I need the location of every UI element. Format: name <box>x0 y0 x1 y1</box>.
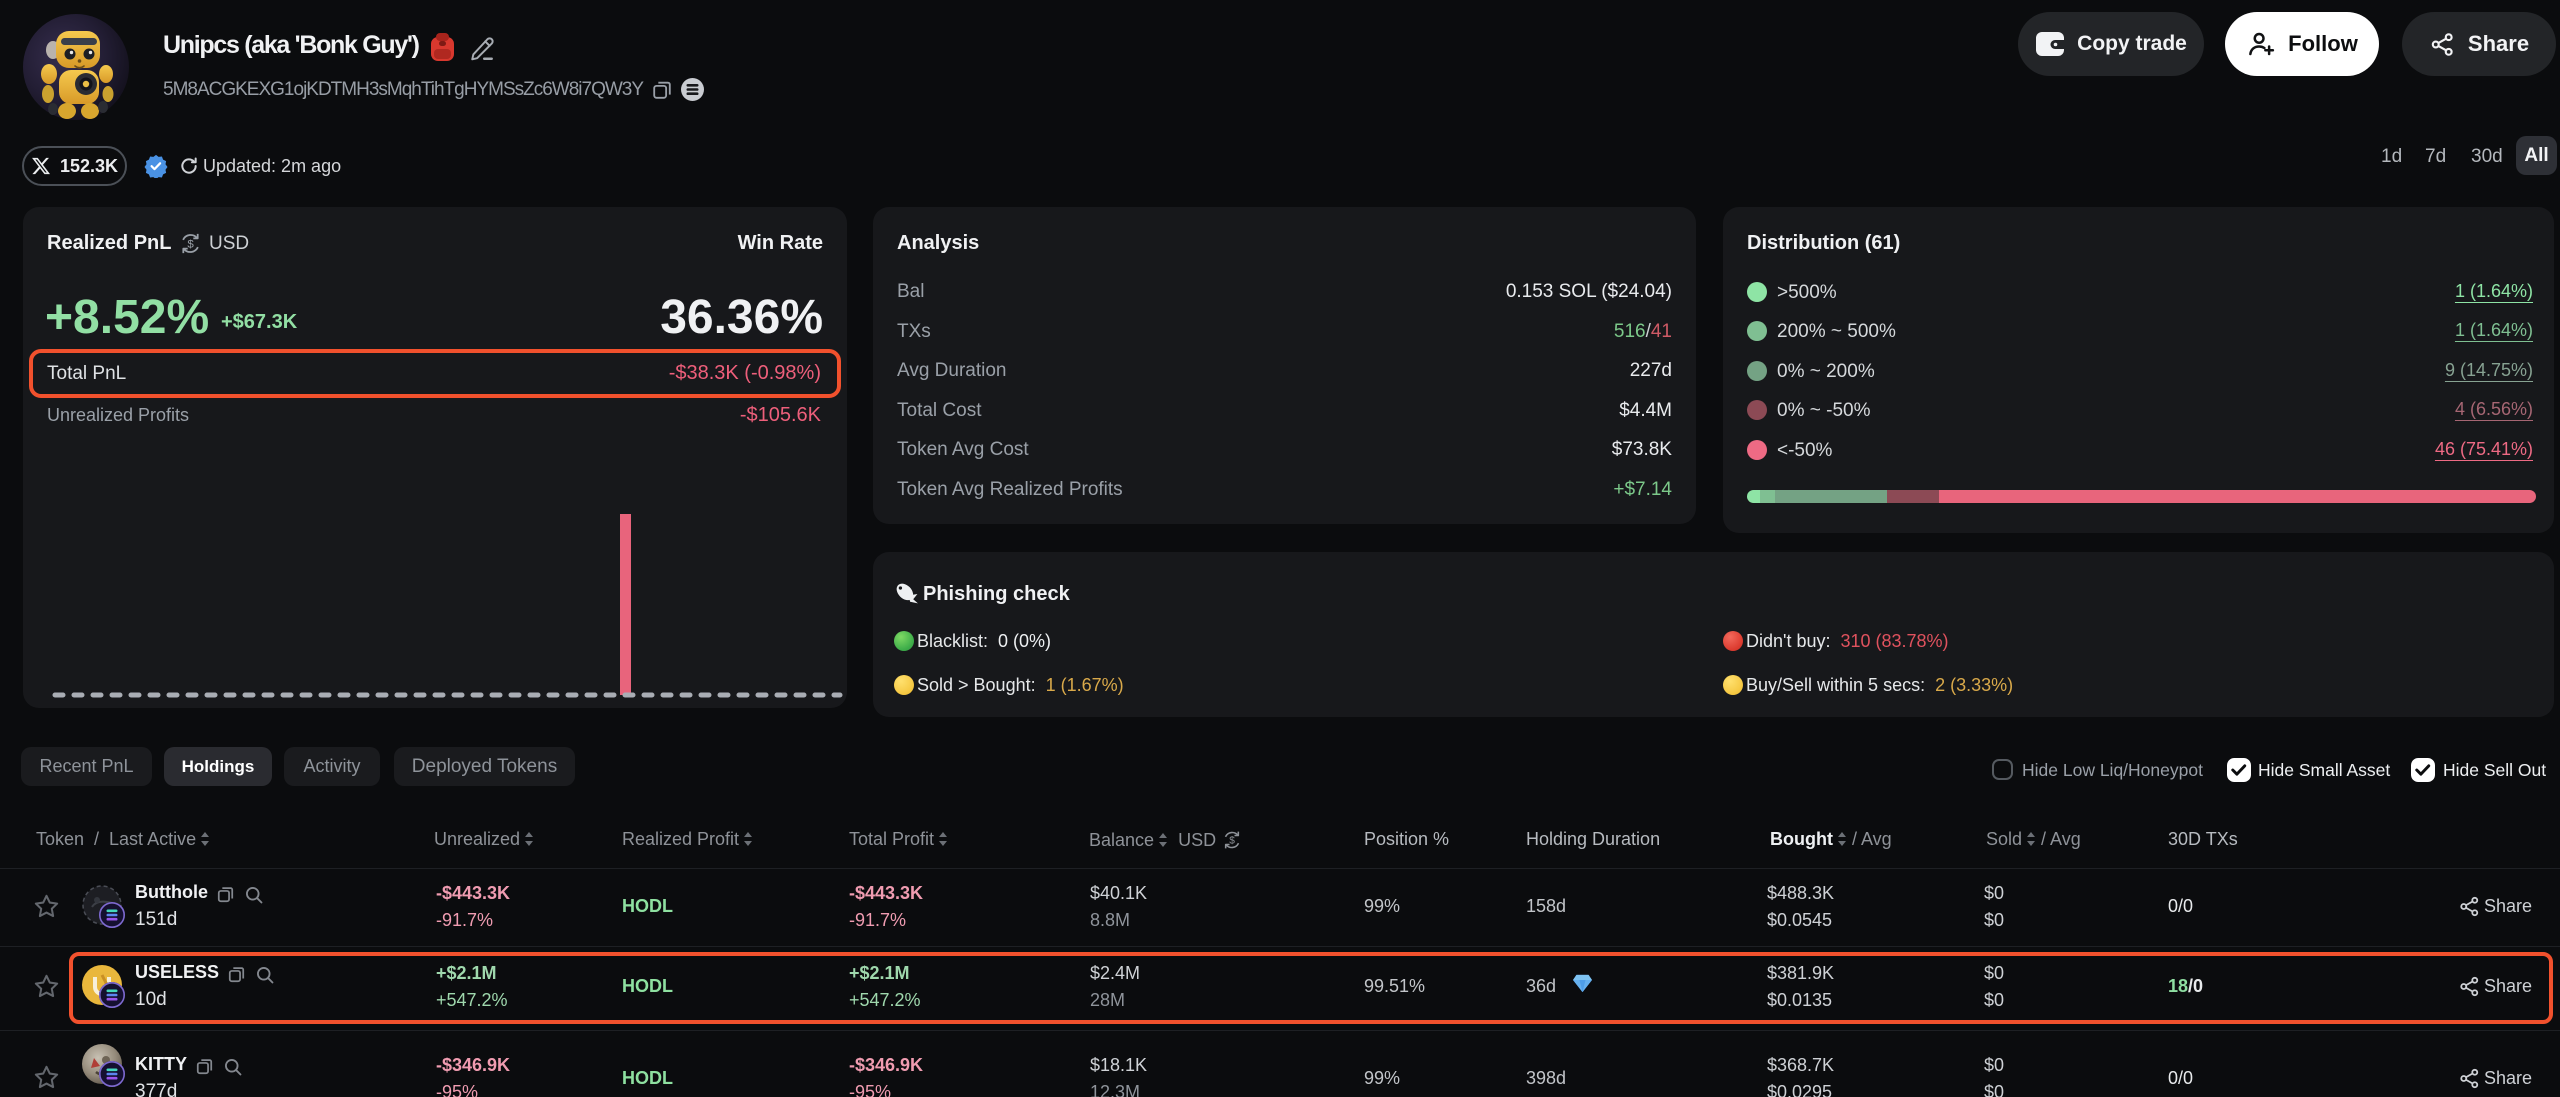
svg-text:$: $ <box>1229 836 1235 847</box>
